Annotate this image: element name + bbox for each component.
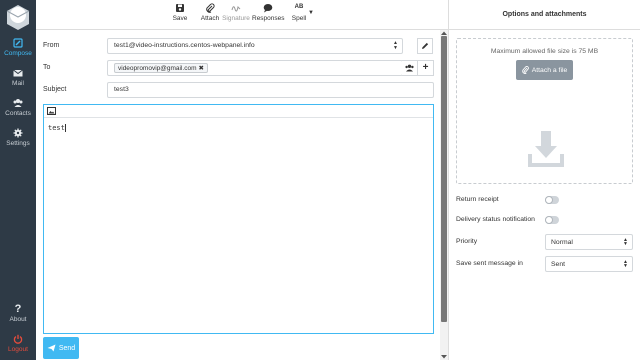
select-arrows-icon: ▲ ▼: [623, 237, 628, 247]
save-sent-label: Save sent message in: [456, 260, 523, 267]
nav-settings-label: Settings: [6, 140, 30, 147]
subject-value: test3: [114, 86, 129, 93]
nav-contacts-label: Contacts: [5, 110, 31, 117]
scrollbar[interactable]: [440, 30, 448, 360]
message-editor[interactable]: test: [43, 104, 434, 334]
spell-dropdown-caret-icon[interactable]: ▼: [308, 10, 314, 16]
editor-toolbar: [44, 105, 433, 118]
nav-about-label: About: [9, 316, 27, 323]
floppy-icon: [176, 4, 184, 12]
paperclip-icon: [522, 66, 529, 74]
users-icon: [13, 99, 23, 107]
priority-label: Priority: [456, 238, 478, 245]
nav-settings[interactable]: Settings: [0, 128, 36, 156]
text-caret: [64, 124, 66, 132]
select-arrows-icon: ▲ ▼: [623, 259, 628, 269]
nav-compose[interactable]: Compose: [0, 38, 36, 66]
delivery-status-label: Delivery status notification: [456, 216, 535, 223]
return-receipt-label: Return receipt: [456, 196, 499, 203]
recipient-chip[interactable]: videopromovip@gmail.com ✖: [114, 63, 208, 73]
download-icon: [528, 131, 564, 167]
question-icon: ?: [14, 303, 22, 315]
attach-button[interactable]: Attach: [198, 3, 222, 22]
nav-compose-label: Compose: [4, 50, 32, 57]
attach-file-button[interactable]: Attach a file: [515, 60, 574, 80]
add-header-button[interactable]: +: [418, 60, 434, 76]
image-icon[interactable]: [47, 107, 56, 115]
attach-file-label: Attach a file: [531, 66, 568, 74]
comment-icon: [263, 4, 273, 13]
gear-icon: [13, 128, 23, 138]
send-label: Send: [58, 344, 76, 352]
roundcube-logo[interactable]: [4, 2, 32, 32]
max-file-size-hint: Maximum allowed file size is 75 MB: [490, 48, 599, 55]
save-sent-select[interactable]: Sent ▲ ▼: [545, 256, 633, 272]
attach-label: Attach: [200, 15, 220, 22]
nav-logout[interactable]: Logout: [0, 334, 36, 360]
save-sent-value: Sent: [551, 261, 565, 268]
return-receipt-toggle[interactable]: [545, 196, 559, 204]
send-button[interactable]: Send: [43, 337, 79, 359]
priority-select[interactable]: Normal ▲ ▼: [545, 234, 633, 250]
delivery-status-toggle[interactable]: [545, 216, 559, 224]
paperclip-icon: [206, 3, 215, 13]
from-value: test1@video-instructions.centos-webpanel…: [114, 42, 255, 49]
message-body[interactable]: test: [44, 118, 433, 138]
from-label: From: [43, 42, 60, 49]
panel-title: Options and attachments: [449, 0, 640, 30]
compose-toolbar: Save Attach Signature Responses AB Spell…: [36, 0, 448, 30]
attachment-dropzone[interactable]: Maximum allowed file size is 75 MB Attac…: [456, 38, 633, 184]
remove-recipient-icon[interactable]: ✖: [199, 65, 204, 72]
select-arrows-icon: ▲ ▼: [393, 40, 398, 51]
subject-label: Subject: [43, 86, 67, 93]
pencil-icon: [422, 42, 429, 49]
signature-label: Signature: [222, 15, 250, 22]
from-select[interactable]: test1@video-instructions.centos-webpanel…: [107, 38, 403, 54]
to-input[interactable]: videopromovip@gmail.com ✖: [107, 60, 403, 76]
responses-button[interactable]: Responses: [252, 3, 285, 22]
scroll-down-icon[interactable]: [440, 354, 448, 360]
pencil-icon: [13, 38, 23, 48]
paper-plane-icon: [47, 344, 56, 352]
address-book-button[interactable]: [402, 60, 418, 76]
nav-contacts[interactable]: Contacts: [0, 98, 36, 126]
power-icon: [13, 334, 23, 344]
nav-logout-label: Logout: [8, 346, 28, 353]
recipient-address: videopromovip@gmail.com: [118, 65, 197, 72]
nav-mail-label: Mail: [12, 80, 24, 87]
users-icon: [405, 64, 414, 72]
message-text: test: [48, 124, 65, 132]
priority-value: Normal: [551, 239, 573, 246]
subject-input[interactable]: test3: [107, 82, 434, 98]
scroll-thumb[interactable]: [441, 36, 447, 322]
spell-label: Spell: [291, 15, 307, 22]
save-label: Save: [172, 15, 188, 22]
save-button[interactable]: Save: [170, 3, 190, 22]
nav-mail[interactable]: Mail: [0, 68, 36, 96]
responses-label: Responses: [252, 15, 285, 22]
nav-about[interactable]: ? About: [0, 304, 36, 332]
options-panel: Options and attachments Maximum allowed …: [448, 0, 640, 360]
spellcheck-icon: AB: [294, 4, 304, 10]
edit-identity-button[interactable]: [417, 38, 433, 54]
envelope-icon: [13, 69, 23, 77]
plus-icon: +: [422, 62, 429, 73]
signature-button[interactable]: Signature: [222, 3, 250, 22]
left-navigation: Compose Mail Contacts Settings ? About L…: [0, 0, 36, 360]
signature-icon: [231, 5, 241, 12]
to-label: To: [43, 64, 51, 71]
